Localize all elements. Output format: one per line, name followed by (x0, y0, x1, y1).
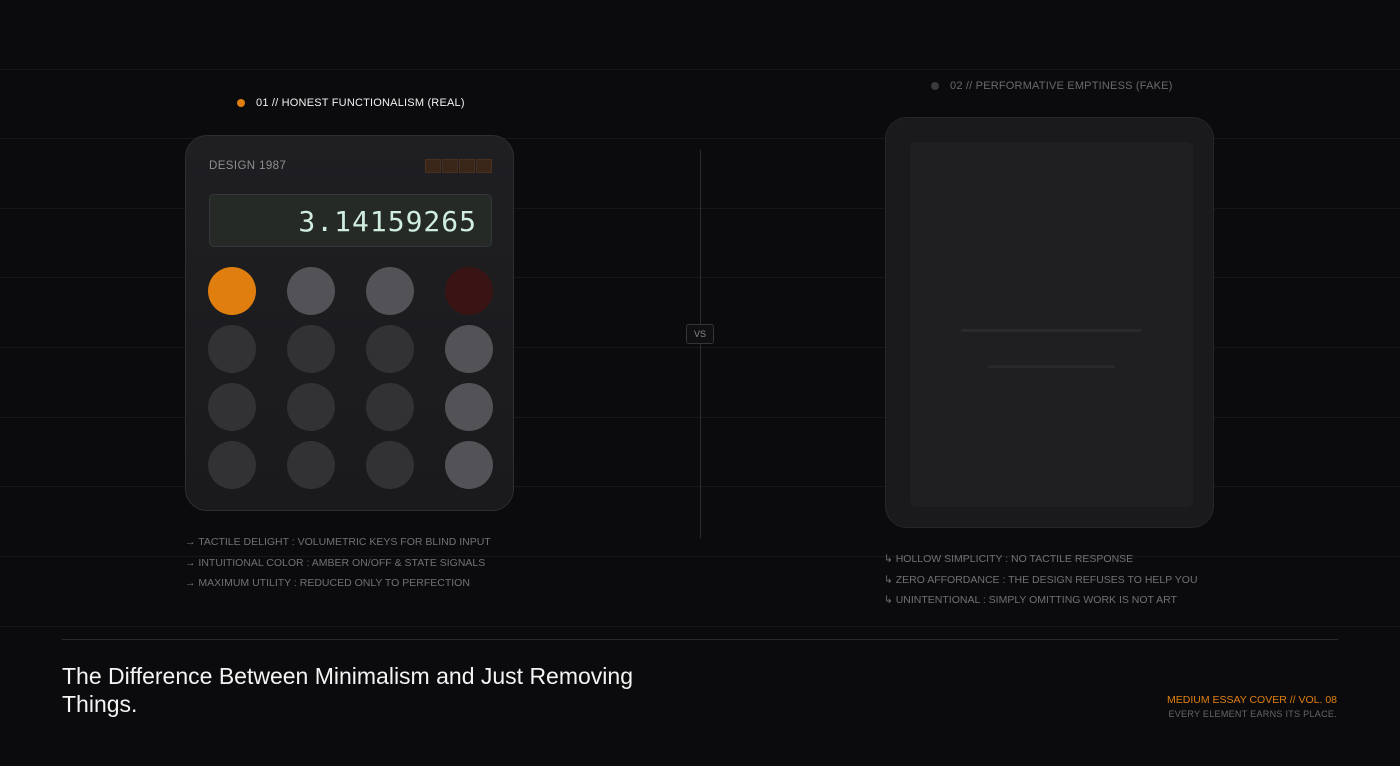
digit-key[interactable] (287, 383, 335, 431)
digit-key[interactable] (366, 325, 414, 373)
operator-key[interactable] (445, 325, 493, 373)
amber-dot-icon (237, 99, 245, 107)
digit-key[interactable] (287, 441, 335, 489)
real-notes: → TACTILE DELIGHT : VOLUMETRIC KEYS FOR … (185, 532, 491, 594)
solar-panel-icon (425, 159, 492, 173)
clear-key[interactable] (445, 267, 493, 315)
footer-divider (62, 639, 1338, 640)
real-note: → TACTILE DELIGHT : VOLUMETRIC KEYS FOR … (185, 536, 491, 548)
operator-key[interactable] (445, 441, 493, 489)
power-key[interactable] (208, 267, 256, 315)
keypad (208, 267, 493, 489)
calculator-brand: DESIGN 1987 (209, 160, 287, 172)
digit-key[interactable] (366, 383, 414, 431)
fake-note: ↳ ZERO AFFORDANCE : THE DESIGN REFUSES T… (884, 573, 1198, 586)
operator-key[interactable] (445, 383, 493, 431)
digit-key[interactable] (208, 441, 256, 489)
fake-label: 02 // PERFORMATIVE EMPTINESS (FAKE) (931, 80, 1173, 92)
gray-dot-icon (931, 82, 939, 90)
fake-note: ↳ UNINTENTIONAL : SIMPLY OMITTING WORK I… (884, 594, 1177, 606)
fake-notes: ↳ HOLLOW SIMPLICITY : NO TACTILE RESPONS… (884, 549, 1198, 611)
empty-screen: ▬▬▬▬▬▬▬▬▬▬▬▬▬▬▬▬▬▬ ▬▬▬▬▬▬▬▬▬▬▬▬▬▬ (910, 142, 1193, 507)
grid-line (0, 626, 1400, 627)
vs-badge: VS (686, 324, 714, 344)
tagline: EVERY ELEMENT EARNS ITS PLACE. (1168, 709, 1337, 719)
digit-key[interactable] (208, 325, 256, 373)
display-value: 3.14159265 (298, 205, 477, 238)
calculator: DESIGN 1987 3.14159265 (185, 135, 514, 511)
real-label: 01 // HONEST FUNCTIONALISM (REAL) (237, 97, 465, 109)
grid-line (0, 69, 1400, 70)
digit-key[interactable] (208, 383, 256, 431)
fake-label-text: 02 // PERFORMATIVE EMPTINESS (FAKE) (950, 80, 1173, 92)
fake-note: ↳ HOLLOW SIMPLICITY : NO TACTILE RESPONS… (884, 553, 1134, 565)
function-key[interactable] (287, 267, 335, 315)
digit-key[interactable] (366, 441, 414, 489)
real-note: → MAXIMUM UTILITY : REDUCED ONLY TO PERF… (185, 577, 470, 589)
digit-key[interactable] (287, 325, 335, 373)
essay-title: The Difference Between Minimalism and Ju… (62, 663, 633, 717)
empty-device: ▬▬▬▬▬▬▬▬▬▬▬▬▬▬▬▬▬▬ ▬▬▬▬▬▬▬▬▬▬▬▬▬▬ (885, 117, 1214, 528)
real-note: → INTUITIONAL COLOR : AMBER ON/OFF & STA… (185, 556, 486, 569)
cover-label: MEDIUM ESSAY COVER // VOL. 08 (1167, 694, 1337, 706)
real-label-text: 01 // HONEST FUNCTIONALISM (REAL) (256, 97, 465, 109)
faint-text-bar: ▬▬▬▬▬▬▬▬▬▬▬▬▬▬ (988, 360, 1115, 370)
calculator-display: 3.14159265 (209, 194, 492, 247)
faint-text-bar: ▬▬▬▬▬▬▬▬▬▬▬▬▬▬▬▬▬▬ (961, 324, 1142, 335)
function-key[interactable] (366, 267, 414, 315)
center-divider (700, 150, 701, 538)
